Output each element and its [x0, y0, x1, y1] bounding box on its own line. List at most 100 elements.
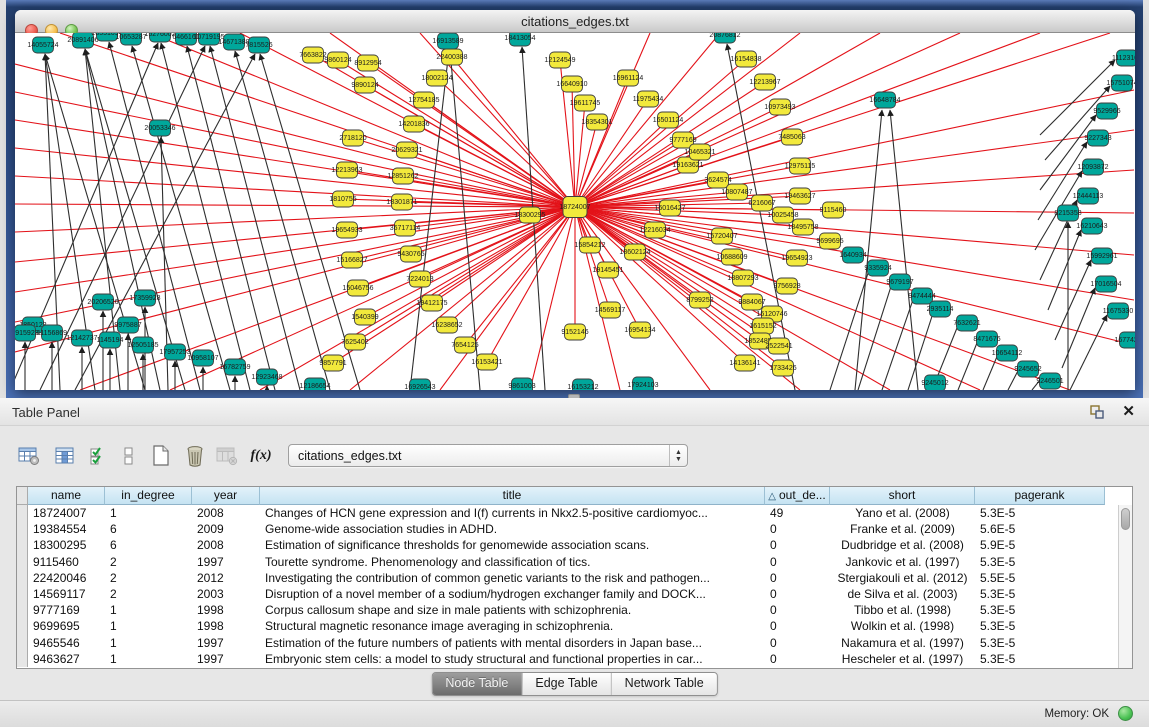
dropdown-stepper-icon: ▲▼ — [669, 445, 687, 466]
table-row[interactable]: 946554611997Estimation of the future num… — [17, 635, 1132, 651]
column-header-year[interactable]: year — [192, 487, 260, 505]
memory-status-label: Memory: OK — [1044, 708, 1109, 720]
table-settings-button[interactable] — [16, 442, 42, 470]
cell-short: Nakamura et al. (1997) — [830, 635, 975, 651]
graph-node-label: 20891406 — [67, 37, 98, 44]
memory-status-icon[interactable] — [1118, 706, 1133, 721]
graph-node-label: 20053346 — [144, 125, 175, 132]
tab-network-table[interactable]: Network Table — [611, 673, 717, 695]
table-row[interactable]: 1830029562008Estimation of significance … — [17, 537, 1132, 553]
graph-node-label: 15992961 — [1086, 253, 1117, 260]
app-window: citations_edges.txt 18724007121245491664… — [0, 0, 1149, 727]
graph-node-label: 11975434 — [633, 96, 664, 103]
cell-year: 1997 — [192, 651, 260, 667]
graph-node-label: 8912954 — [354, 60, 381, 67]
column-header-title[interactable]: title — [260, 487, 765, 505]
graph-node-label: 16648784 — [869, 97, 900, 104]
cell-short: Dudbridge et al. (2008) — [830, 537, 975, 553]
citation-graph: 1872400712124549166409101961174518354301… — [15, 33, 1135, 390]
graph-edge — [355, 207, 575, 342]
tab-edge-table[interactable]: Edge Table — [521, 673, 610, 695]
delete-entries-button[interactable] — [182, 442, 208, 470]
new-document-button[interactable] — [148, 442, 174, 470]
cell-year: 1997 — [192, 635, 260, 651]
graph-node-label: 12975115 — [785, 163, 816, 170]
close-panel-icon[interactable]: ✕ — [1122, 402, 1135, 420]
float-panel-icon[interactable] — [1089, 404, 1105, 420]
select-all-button[interactable] — [86, 442, 112, 470]
graph-node-label: 16153212 — [567, 384, 598, 390]
cell-short: Tibbo et al. (1998) — [830, 602, 975, 618]
show-columns-button[interactable] — [52, 442, 78, 470]
scrollbar-thumb[interactable] — [1121, 508, 1130, 530]
table-scrollbar[interactable] — [1118, 505, 1132, 668]
cell-pagerank: 5.3E-5 — [975, 586, 1105, 602]
graph-node-label: 19412175 — [416, 300, 447, 307]
column-header-name[interactable]: name — [28, 487, 105, 505]
graph-node-label: 16640910 — [556, 81, 587, 88]
cell-title: Changes of HCN gene expression and I(f) … — [260, 505, 765, 521]
graph-node-label: 16926543 — [404, 384, 435, 390]
graph-node-label: 15276002 — [144, 33, 175, 38]
graph-node-label: 18354301 — [581, 119, 612, 126]
cell-year: 1998 — [192, 602, 260, 618]
cell-short: de Silva et al. (2003) — [830, 586, 975, 602]
graph-node-label: 12093872 — [1077, 164, 1108, 171]
graph-node-label: 14136141 — [729, 360, 760, 367]
graph-node-label: 10973493 — [764, 104, 795, 111]
table-row[interactable]: 1872400712008Changes of HCN gene express… — [17, 505, 1132, 521]
graph-node-label: 7224013 — [406, 276, 433, 283]
graph-edge — [890, 110, 918, 390]
graph-node-label: 7485063 — [778, 134, 805, 141]
graph-node-label: 15751074 — [1106, 80, 1135, 87]
network-canvas[interactable]: 1872400712124549166409101961174518354301… — [15, 33, 1135, 390]
cell-title: Structural magnetic resonance image aver… — [260, 618, 765, 634]
table-row[interactable]: 977716911998Corpus callosum shape and si… — [17, 602, 1132, 618]
table-row[interactable]: 911546021997Tourette syndrome. Phenomeno… — [17, 554, 1132, 570]
table-row[interactable]: 1456911722003Disruption of a novel membe… — [17, 586, 1132, 602]
cell-title: Estimation of significance thresholds fo… — [260, 537, 765, 553]
column-header-short[interactable]: short — [830, 487, 975, 505]
graph-node-label: 19145451 — [592, 267, 623, 274]
graph-node-label: 16153421 — [471, 359, 502, 366]
graph-node-label: 8799252 — [686, 297, 713, 304]
graph-node-label: 1733426 — [769, 365, 796, 372]
graph-node-label: 16210643 — [1076, 223, 1107, 230]
column-header-pagerank[interactable]: pagerank — [975, 487, 1105, 505]
graph-node-label: 14569117 — [595, 307, 626, 314]
function-builder-button[interactable]: f(x) — [248, 442, 274, 470]
delete-table-button[interactable] — [214, 442, 240, 470]
network-window-titlebar[interactable]: citations_edges.txt — [15, 10, 1135, 33]
table-row[interactable]: 1938455462009Genome-wide association stu… — [17, 521, 1132, 537]
cell-year: 2009 — [192, 521, 260, 537]
graph-node-label: 18495758 — [787, 224, 818, 231]
cell-pagerank: 5.3E-5 — [975, 554, 1105, 570]
table-row[interactable]: 946362711997Embryonic stem cells: a mode… — [17, 651, 1132, 667]
table-row[interactable]: 2242004622012Investigating the contribut… — [17, 570, 1132, 586]
graph-node-label: 10654112 — [992, 350, 1023, 357]
table-row[interactable]: 969969511998Structural magnetic resonanc… — [17, 618, 1132, 634]
cell-out_de: 0 — [765, 586, 830, 602]
tab-node-table[interactable]: Node Table — [432, 673, 521, 695]
graph-node-label: 1810755 — [329, 196, 356, 203]
graph-node-label: 17016504 — [1090, 281, 1121, 288]
graph-node-label: 15166827 — [336, 257, 367, 264]
graph-node-label: 12213963 — [331, 167, 362, 174]
graph-node-label: 14201836 — [398, 121, 429, 128]
table-selector-dropdown[interactable]: citations_edges.txt ▲▼ — [288, 444, 688, 467]
graph-node-label: 20629321 — [391, 147, 422, 154]
cell-name: 9465546 — [28, 635, 105, 651]
column-header-out_de[interactable]: △out_de... — [765, 487, 830, 505]
graph-node-label: 7654125 — [451, 342, 478, 349]
cell-year: 1998 — [192, 618, 260, 634]
table-type-tabs: Node TableEdge TableNetwork Table — [431, 672, 717, 696]
sort-ascending-icon: △ — [768, 491, 776, 502]
graph-node-label: 19463627 — [784, 193, 815, 200]
column-header-in_degree[interactable]: in_degree — [105, 487, 192, 505]
graph-node-label: 9860124 — [324, 57, 351, 64]
clear-selection-button[interactable] — [116, 442, 142, 470]
cell-name: 19384554 — [28, 521, 105, 537]
cell-in_degree: 1 — [105, 505, 192, 521]
cell-short: Jankovic et al. (1997) — [830, 554, 975, 570]
graph-node-label: 10688609 — [716, 254, 747, 261]
